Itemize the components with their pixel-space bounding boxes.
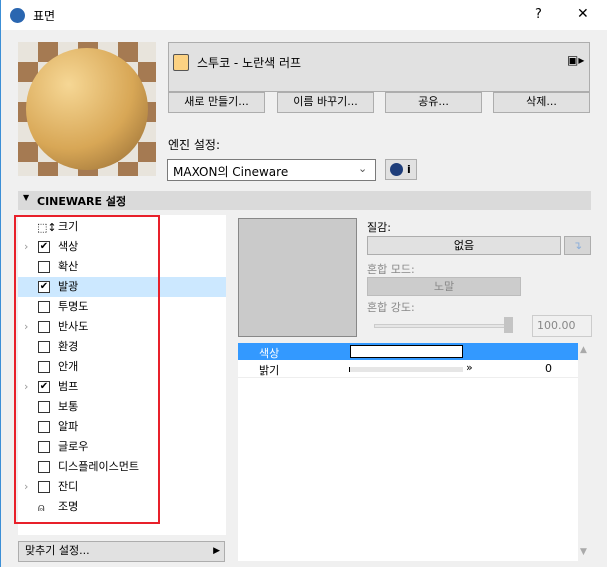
material-preview <box>18 42 156 176</box>
brightness-slider[interactable] <box>349 367 463 372</box>
sphere <box>26 48 148 170</box>
texture-button[interactable]: 없음 <box>367 236 561 255</box>
scroll-down-icon[interactable]: ▼ <box>580 547 587 557</box>
material-selector[interactable]: 스투코 - 노란색 러프 ▣▸ <box>168 42 590 92</box>
section-header[interactable]: ▼ CINEWARE 설정 <box>18 191 591 210</box>
close-button[interactable]: ✕ <box>577 6 589 22</box>
material-swatch <box>173 54 189 71</box>
image-menu-icon[interactable]: ▣▸ <box>567 53 584 67</box>
scroll-up-icon[interactable]: ▲ <box>580 345 587 355</box>
rename-button[interactable]: 이름 바꾸기... <box>277 92 374 113</box>
highlight-box <box>14 215 160 524</box>
blend-strength-slider <box>374 324 510 328</box>
slider-thumb <box>504 317 513 333</box>
engine-select[interactable]: MAXON의 Cineware ⌄ <box>167 159 376 181</box>
parameter-table: 색상 밝기 » 0 <box>238 343 578 561</box>
texture-preview <box>238 218 357 337</box>
engine-value: MAXON의 Cineware <box>173 165 289 179</box>
share-button[interactable]: 공유... <box>385 92 482 113</box>
table-row-color[interactable]: 색상 <box>238 343 578 360</box>
delete-button[interactable]: 삭제... <box>493 92 590 113</box>
chevron-down-icon: ⌄ <box>358 162 368 175</box>
material-name: 스투코 - 노란색 러프 <box>197 56 302 70</box>
new-button[interactable]: 새로 만들기... <box>168 92 265 113</box>
help-button[interactable]: ? <box>535 7 542 22</box>
engine-label: 엔진 설정: <box>168 138 221 152</box>
color-swatch[interactable] <box>350 345 463 358</box>
blend-mode-label: 혼합 모드: <box>367 263 415 276</box>
title-bar: 표면 ? ✕ <box>1 0 607 30</box>
blend-mode-button: 노말 <box>367 277 521 296</box>
texture-label: 질감: <box>367 221 391 234</box>
blend-strength-label: 혼합 강도: <box>367 301 415 314</box>
collapse-icon: ▼ <box>23 193 30 202</box>
scrollbar[interactable]: ▲ ▼ <box>578 343 591 561</box>
arrow-right-icon: ▶ <box>213 546 220 556</box>
app-icon <box>10 8 25 23</box>
blend-strength-input: 100.00 <box>532 315 592 337</box>
fit-settings-button[interactable]: 맞추기 설정... ▶ <box>18 541 225 562</box>
slider-arrow-icon: » <box>466 361 473 374</box>
engine-info-button[interactable]: i <box>385 159 417 180</box>
table-row-brightness[interactable]: 밝기 » 0 <box>238 360 578 378</box>
section-title: CINEWARE 설정 <box>37 195 127 208</box>
cinema4d-icon <box>390 163 403 176</box>
window-title: 표면 <box>33 9 56 23</box>
texture-load-button[interactable]: ↴ <box>564 236 591 255</box>
